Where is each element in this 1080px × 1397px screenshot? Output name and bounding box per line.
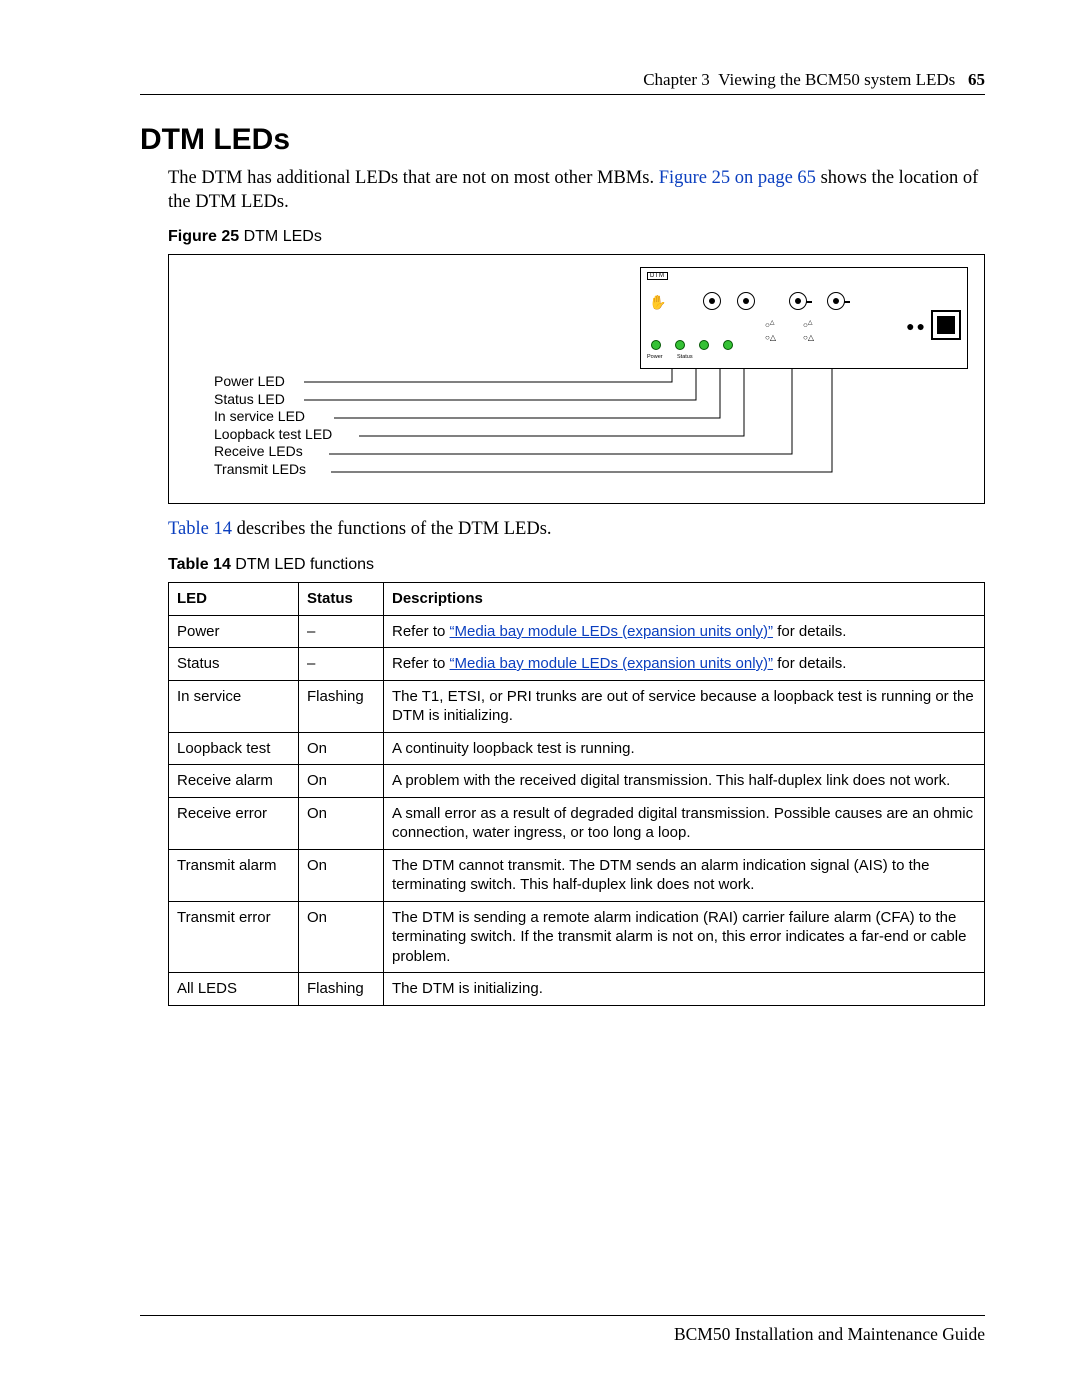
cell-led: Status — [169, 648, 299, 681]
tx-alarm-icon: ○△ — [803, 320, 812, 330]
power-tiny-label: Power — [647, 354, 663, 360]
cell-status: Flashing — [299, 973, 384, 1006]
figure-caption: Figure 25 DTM LEDs — [168, 228, 985, 246]
table-row: In serviceFlashingThe T1, ETSI, or PRI t… — [169, 680, 985, 732]
led-loopback-icon — [723, 340, 733, 350]
cell-status: Flashing — [299, 680, 384, 732]
media-bay-xref-link[interactable]: “Media bay module LEDs (expansion units … — [450, 623, 774, 640]
tx-error-icon: ○△ — [803, 334, 814, 342]
table-caption: Table 14 DTM LED functions — [168, 556, 985, 574]
cell-desc: The DTM cannot transmit. The DTM sends a… — [384, 849, 985, 901]
figure-25: Power LED Status LED In service LED Loop… — [168, 254, 985, 504]
esd-icon: ✋ — [649, 294, 666, 311]
cell-desc: The DTM is sending a remote alarm indica… — [384, 901, 985, 973]
intro-paragraph: The DTM has additional LEDs that are not… — [168, 167, 985, 214]
section-heading: DTM LEDs — [140, 123, 985, 157]
callout-loopback-led: Loopback test LED — [214, 426, 332, 444]
figure-callouts: Power LED Status LED In service LED Loop… — [214, 373, 332, 478]
led-power-icon — [651, 340, 661, 350]
table-xref-link[interactable]: Table 14 — [168, 519, 232, 539]
cell-led: All LEDS — [169, 973, 299, 1006]
table-row: All LEDSFlashingThe DTM is initializing. — [169, 973, 985, 1006]
cell-desc: A continuity loopback test is running. — [384, 732, 985, 765]
table-header-row: LED Status Descriptions — [169, 583, 985, 616]
table-row: Status–Refer to “Media bay module LEDs (… — [169, 648, 985, 681]
status-tiny-label: Status — [677, 354, 693, 360]
figure-xref-link[interactable]: Figure 25 on page 65 — [659, 168, 816, 188]
rx-error-icon: ○△ — [765, 334, 776, 342]
cell-led: Transmit alarm — [169, 849, 299, 901]
bnc-3-icon — [789, 292, 807, 310]
screw-dots-icon: ●● — [906, 318, 927, 334]
table-row: Receive errorOnA small error as a result… — [169, 797, 985, 849]
callout-inservice-led: In service LED — [214, 408, 332, 426]
footer-rule — [140, 1315, 985, 1316]
cell-status: On — [299, 797, 384, 849]
cell-status: On — [299, 765, 384, 798]
callout-status-led: Status LED — [214, 391, 332, 409]
cell-status: On — [299, 901, 384, 973]
cell-status: – — [299, 615, 384, 648]
cell-desc: Refer to “Media bay module LEDs (expansi… — [384, 648, 985, 681]
callout-transmit-leds: Transmit LEDs — [214, 461, 332, 479]
table-intro: Table 14 describes the functions of the … — [168, 518, 985, 542]
dtm-led-functions-table: LED Status Descriptions Power–Refer to “… — [168, 582, 985, 1006]
th-led: LED — [169, 583, 299, 616]
cell-status: On — [299, 732, 384, 765]
bnc-4-icon — [827, 292, 845, 310]
table-row: Power–Refer to “Media bay module LEDs (e… — [169, 615, 985, 648]
table-row: Loopback testOnA continuity loopback tes… — [169, 732, 985, 765]
cell-desc: The T1, ETSI, or PRI trunks are out of s… — [384, 680, 985, 732]
cell-desc: Refer to “Media bay module LEDs (expansi… — [384, 615, 985, 648]
rj-jack-icon — [931, 310, 961, 340]
cell-led: Transmit error — [169, 901, 299, 973]
led-inservice-icon — [699, 340, 709, 350]
rx-alarm-icon: ○△ — [765, 320, 774, 330]
cell-led: In service — [169, 680, 299, 732]
running-header: Chapter 3 Viewing the BCM50 system LEDs … — [140, 70, 985, 90]
table-row: Transmit errorOnThe DTM is sending a rem… — [169, 901, 985, 973]
cell-led: Receive error — [169, 797, 299, 849]
bnc-2-icon — [737, 292, 755, 310]
cell-desc: A small error as a result of degraded di… — [384, 797, 985, 849]
table-row: Receive alarmOnA problem with the receiv… — [169, 765, 985, 798]
dtm-label: DTM — [647, 272, 668, 280]
th-desc: Descriptions — [384, 583, 985, 616]
table-row: Transmit alarmOnThe DTM cannot transmit.… — [169, 849, 985, 901]
cell-desc: The DTM is initializing. — [384, 973, 985, 1006]
th-status: Status — [299, 583, 384, 616]
cell-led: Receive alarm — [169, 765, 299, 798]
dtm-panel: DTM ✋ Power Status ○△ ○△ ○△ ○△ ●● — [640, 267, 968, 369]
cell-led: Loopback test — [169, 732, 299, 765]
led-status-icon — [675, 340, 685, 350]
bnc-1-icon — [703, 292, 721, 310]
media-bay-xref-link[interactable]: “Media bay module LEDs (expansion units … — [450, 655, 774, 672]
cell-desc: A problem with the received digital tran… — [384, 765, 985, 798]
callout-power-led: Power LED — [214, 373, 332, 391]
cell-status: – — [299, 648, 384, 681]
header-rule — [140, 94, 985, 95]
footer-text: BCM50 Installation and Maintenance Guide — [674, 1324, 985, 1344]
cell-status: On — [299, 849, 384, 901]
callout-receive-leds: Receive LEDs — [214, 443, 332, 461]
cell-led: Power — [169, 615, 299, 648]
